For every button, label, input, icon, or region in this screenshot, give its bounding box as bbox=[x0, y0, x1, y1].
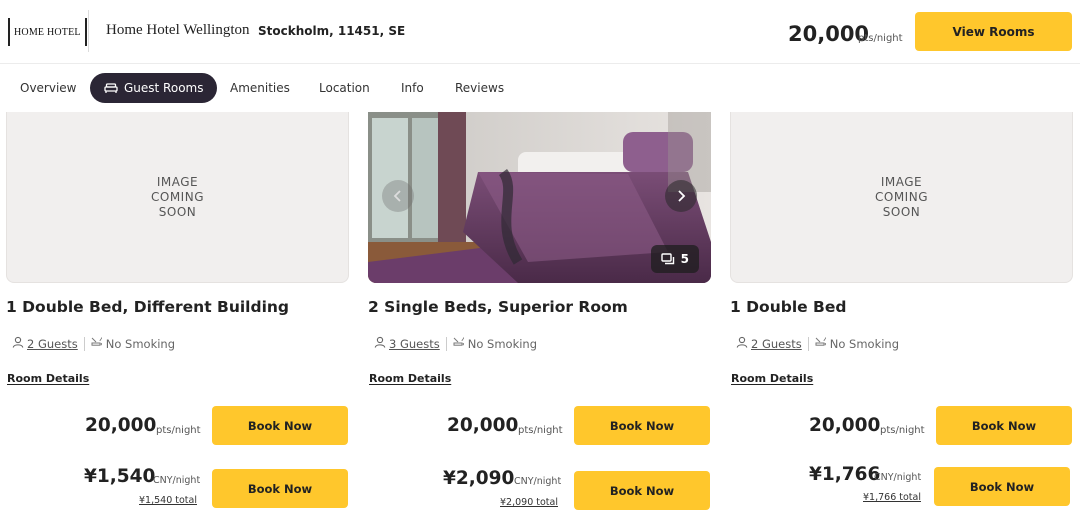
cash-price: ¥1,540 bbox=[84, 466, 156, 487]
room-title: 2 Single Beds, Superior Room bbox=[368, 298, 628, 316]
placeholder-line: SOON bbox=[158, 204, 197, 219]
book-points-button[interactable]: Book Now bbox=[212, 406, 348, 445]
tab-guest-rooms[interactable]: Guest Rooms bbox=[90, 73, 218, 103]
placeholder-line: COMING bbox=[875, 189, 928, 204]
tab-label: Guest Rooms bbox=[124, 81, 204, 95]
tab-amenities[interactable]: Amenities bbox=[230, 73, 290, 103]
book-points-button[interactable]: Book Now bbox=[574, 406, 710, 445]
room-meta: 3 Guests No Smoking bbox=[374, 336, 537, 351]
room-meta: 2 Guests No Smoking bbox=[736, 336, 899, 351]
section-tabs: Overview Guest Rooms Amenities Location … bbox=[0, 64, 1080, 112]
room-photo[interactable]: 5 bbox=[368, 112, 711, 283]
points-unit: pts/night bbox=[156, 425, 201, 436]
guests-link[interactable]: 3 Guests bbox=[389, 337, 440, 351]
tab-reviews[interactable]: Reviews bbox=[455, 73, 504, 103]
cash-total-link[interactable]: ¥2,090 total bbox=[500, 497, 558, 508]
room-details-link[interactable]: Room Details bbox=[369, 372, 451, 385]
person-icon bbox=[12, 336, 24, 351]
placeholder-line: COMING bbox=[151, 189, 204, 204]
view-rooms-button[interactable]: View Rooms bbox=[915, 12, 1072, 51]
cash-unit: CNY/night bbox=[874, 472, 922, 483]
book-cash-button[interactable]: Book Now bbox=[212, 469, 348, 508]
next-photo-button[interactable] bbox=[665, 180, 697, 212]
guests-link[interactable]: 2 Guests bbox=[751, 337, 802, 351]
tab-label: Reviews bbox=[455, 81, 505, 95]
book-cash-button[interactable]: Book Now bbox=[574, 471, 710, 510]
book-points-button[interactable]: Book Now bbox=[936, 406, 1072, 445]
meta-divider bbox=[807, 336, 809, 351]
room-meta: 2 Guests No Smoking bbox=[12, 336, 175, 351]
points-price: 20,000 bbox=[809, 415, 881, 436]
placeholder-line: SOON bbox=[882, 204, 921, 219]
photo-gallery-button[interactable]: 5 bbox=[650, 245, 699, 273]
meta-divider bbox=[445, 336, 447, 351]
gallery-icon bbox=[660, 253, 675, 265]
room-title: 1 Double Bed, Different Building bbox=[6, 298, 290, 316]
tab-info[interactable]: Info bbox=[401, 73, 424, 103]
smoking-policy: No Smoking bbox=[105, 336, 176, 351]
header-divider bbox=[88, 10, 89, 52]
image-placeholder: IMAGE COMING SOON bbox=[730, 112, 1073, 283]
points-price: 20,000 bbox=[85, 415, 157, 436]
room-card: IMAGE COMING SOON 1 Double Bed 2 Guests … bbox=[730, 112, 1073, 512]
no-smoking-icon bbox=[815, 336, 827, 351]
person-icon bbox=[374, 336, 386, 351]
cash-total-link[interactable]: ¥1,540 total bbox=[139, 495, 197, 506]
meta-divider bbox=[83, 336, 85, 351]
room-details-link[interactable]: Room Details bbox=[731, 372, 813, 385]
cash-price: ¥1,766 bbox=[809, 464, 881, 485]
cash-total-link[interactable]: ¥1,766 total bbox=[863, 492, 921, 503]
room-details-link[interactable]: Room Details bbox=[7, 372, 89, 385]
placeholder-line: IMAGE bbox=[880, 174, 923, 189]
room-card: IMAGE COMING SOON 1 Double Bed, Differen… bbox=[6, 112, 349, 512]
no-smoking-icon bbox=[91, 336, 103, 351]
book-cash-button[interactable]: Book Now bbox=[934, 467, 1070, 506]
photo-count: 5 bbox=[680, 252, 689, 266]
header-points-price: 20,000 bbox=[788, 22, 870, 46]
smoking-policy: No Smoking bbox=[467, 336, 538, 351]
points-unit: pts/night bbox=[880, 425, 925, 436]
room-card: 5 2 Single Beds, Superior Room 3 Guests … bbox=[368, 112, 711, 512]
points-price: 20,000 bbox=[447, 415, 519, 436]
image-placeholder: IMAGE COMING SOON bbox=[6, 112, 349, 283]
chevron-right-icon bbox=[676, 190, 686, 202]
points-unit: pts/night bbox=[518, 425, 563, 436]
tab-label: Location bbox=[319, 81, 370, 95]
hotel-logo[interactable]: HOME HOTEL bbox=[8, 18, 87, 46]
person-icon bbox=[736, 336, 748, 351]
cash-price: ¥2,090 bbox=[443, 468, 515, 489]
guests-link[interactable]: 2 Guests bbox=[27, 337, 78, 351]
cash-unit: CNY/night bbox=[514, 476, 562, 487]
site-header: HOME HOTEL Home Hotel Wellington Stockho… bbox=[0, 0, 1080, 64]
header-points-unit: pts/night bbox=[858, 33, 903, 44]
no-smoking-icon bbox=[453, 336, 465, 351]
cash-unit: CNY/night bbox=[153, 475, 201, 486]
placeholder-line: IMAGE bbox=[156, 174, 199, 189]
hotel-name: Home Hotel Wellington bbox=[106, 22, 250, 38]
hotel-address: Stockholm, 11451, SE bbox=[258, 24, 406, 38]
tab-label: Info bbox=[401, 81, 424, 95]
tab-location[interactable]: Location bbox=[319, 73, 370, 103]
tab-label: Overview bbox=[20, 81, 77, 95]
room-title: 1 Double Bed bbox=[730, 298, 847, 316]
previous-photo-button[interactable] bbox=[382, 180, 414, 212]
bed-icon bbox=[104, 81, 118, 95]
tab-label: Amenities bbox=[230, 81, 290, 95]
smoking-policy: No Smoking bbox=[829, 336, 900, 351]
tab-overview[interactable]: Overview bbox=[20, 73, 77, 103]
chevron-left-icon bbox=[393, 190, 403, 202]
logo-text: HOME HOTEL bbox=[14, 26, 81, 38]
